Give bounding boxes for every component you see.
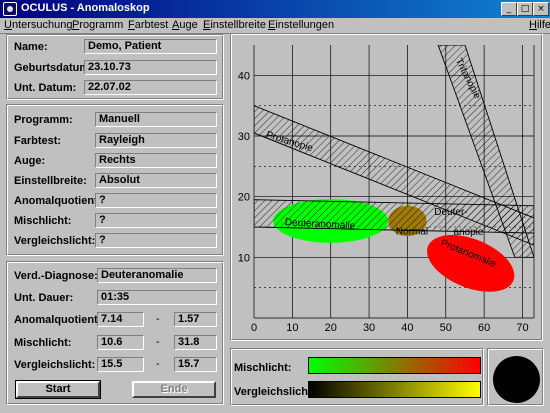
- menu-programm[interactable]: Programm: [72, 19, 123, 31]
- duration-label: Unt. Dauer:: [14, 292, 74, 304]
- y-tick-label: 10: [238, 252, 250, 264]
- name-label: Name:: [14, 41, 48, 53]
- result-aq-max: 1.57: [174, 312, 217, 327]
- menu-untersuchung[interactable]: Untersuchung: [4, 19, 73, 31]
- menu-hilfe[interactable]: Hilfe: [529, 19, 550, 31]
- result-aq-min: 7.14: [97, 312, 144, 327]
- close-button[interactable]: ×: [533, 2, 549, 16]
- range-dash: -: [156, 336, 160, 348]
- comp-label: Vergleichslicht:: [14, 235, 96, 247]
- maximize-button[interactable]: □: [517, 2, 533, 16]
- comp-field: ?: [95, 233, 217, 248]
- width-label: Einstellbreite:: [14, 175, 87, 187]
- anomaloscope-chart: 0 10 20 30 40 50 60 70 10 20 30 40 ProtanopieTritano…: [238, 45, 535, 334]
- band-label-deuteranopie: anopie: [453, 227, 483, 238]
- result-comp-max: 15.7: [174, 357, 217, 372]
- result-mix-min: 10.6: [97, 335, 144, 350]
- plot-area: ProtanopieTritanopieDeuteranomalie Normal…: [254, 45, 534, 292]
- window-title: OCULUS - Anomaloskop: [21, 2, 150, 14]
- name-field: Demo, Patient: [84, 39, 217, 54]
- range-dash: -: [156, 313, 160, 325]
- result-comp-label: Vergleichslicht:: [14, 359, 96, 371]
- duration-field: 01:35: [97, 290, 217, 305]
- comp-gauge-label: Vergleichslicht:: [234, 386, 316, 398]
- menu-auge[interactable]: Auge: [172, 19, 198, 31]
- y-tick-label: 40: [238, 70, 250, 82]
- region-label-normal: Normal: [396, 226, 428, 237]
- x-tick-label: 70: [516, 322, 528, 334]
- app-icon: [3, 2, 17, 16]
- x-tick-label: 30: [363, 322, 375, 334]
- x-tick-label: 50: [440, 322, 452, 334]
- exam-date-field: 22.07.02: [84, 80, 217, 95]
- start-button[interactable]: Start: [15, 380, 101, 399]
- minimize-button[interactable]: _: [501, 2, 517, 16]
- x-tick-label: 60: [478, 322, 490, 334]
- anomaloscope-chart-panel: 0 10 20 30 40 50 60 70 10 20 30 40 Protanopie Tritano…: [230, 33, 543, 341]
- eye-label: Auge:: [14, 155, 46, 167]
- menu-einstellbreite[interactable]: Einstellbreite: [203, 19, 266, 31]
- dob-field: 23.10.73: [84, 60, 217, 75]
- mix-gauge-label: Mischlicht:: [234, 362, 292, 374]
- colortest-label: Farbtest:: [14, 135, 62, 147]
- x-tick-label: 0: [251, 322, 257, 334]
- exam-date-label: Unt. Datum:: [14, 82, 77, 94]
- program-field: Manuell: [95, 112, 217, 127]
- menu-farbtest[interactable]: Farbtest: [128, 19, 168, 31]
- dob-label: Geburtsdatum:: [14, 62, 93, 74]
- colortest-field: Rayleigh: [95, 133, 217, 148]
- range-dash: -: [156, 358, 160, 370]
- menu-einstellungen[interactable]: Einstellungen: [268, 19, 334, 31]
- aq-field: ?: [95, 193, 217, 208]
- diagnosis-field: Deuteranomalie: [97, 268, 217, 283]
- program-label: Programm:: [14, 114, 73, 126]
- result-aq-label: Anomalquotient:: [14, 314, 102, 326]
- x-tick-label: 40: [401, 322, 413, 334]
- y-tick-label: 30: [238, 131, 250, 143]
- x-tick-label: 10: [286, 322, 298, 334]
- mix-field: ?: [95, 213, 217, 228]
- width-field: Absolut: [95, 173, 217, 188]
- y-tick-label: 20: [238, 192, 250, 204]
- aq-label: Anomalquotient:: [14, 195, 102, 207]
- end-button[interactable]: Ende: [132, 381, 216, 398]
- result-mix-max: 31.8: [174, 335, 217, 350]
- x-tick-label: 20: [325, 322, 337, 334]
- mix-light-gradient-bar: [308, 357, 481, 374]
- result-mix-label: Mischlicht:: [14, 337, 72, 349]
- color-preview-circle: [493, 356, 540, 403]
- diagnosis-label: Verd.-Diagnose:: [14, 270, 98, 282]
- result-comp-min: 15.5: [97, 357, 144, 372]
- eye-field: Rechts: [95, 153, 217, 168]
- mix-label: Mischlicht:: [14, 215, 72, 227]
- band-label-deuteranopie: Deuter-: [434, 207, 467, 218]
- menu-bar: Untersuchung Programm Farbtest Auge Eins…: [0, 18, 550, 34]
- comparison-light-gradient-bar: [308, 381, 481, 398]
- title-bar: OCULUS - Anomaloskop _ □ ×: [0, 0, 550, 18]
